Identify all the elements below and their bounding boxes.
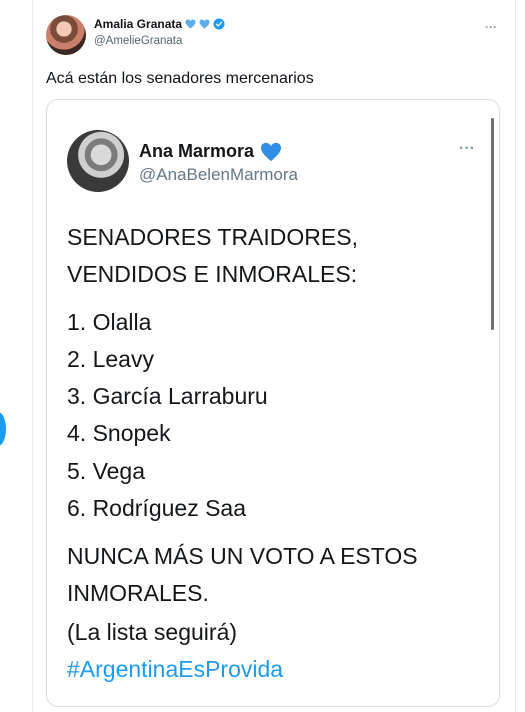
quoted-text-line: VENDIDOS E INMORALES: [67, 261, 358, 287]
author-handle[interactable]: @AmelieGranata [94, 35, 182, 47]
list-item: 2. Leavy [67, 346, 154, 372]
tweet-image[interactable]: Ana Marmora @AnaBelenMarmora ··· SENADOR… [46, 99, 500, 707]
list-item: 6. Rodríguez Saa [67, 495, 247, 521]
blue-heart-icon [185, 19, 196, 29]
author-name-row: Amalia Granata [94, 17, 225, 31]
blue-heart-icon [199, 19, 210, 29]
blue-heart-icon [261, 142, 282, 161]
quoted-text-line: INMORALES. [67, 580, 209, 606]
more-icon: ··· [459, 140, 475, 157]
quoted-text-line: NUNCA MÁS UN VOTO A ESTOS [67, 543, 418, 569]
more-icon[interactable]: ··· [485, 20, 497, 34]
quoted-avatar [67, 130, 129, 192]
display-name[interactable]: Amalia Granata [94, 17, 182, 31]
quoted-text-line: SENADORES TRAIDORES, [67, 224, 358, 250]
quoted-name-row: Ana Marmora [139, 141, 282, 162]
scrollbar[interactable] [491, 118, 494, 330]
quoted-text-line: (La lista seguirá) [67, 619, 238, 645]
list-item: 5. Vega [67, 458, 146, 484]
hashtag: #ArgentinaEsProvida [67, 656, 284, 682]
tweet-text: Acá están los senadores mercenarios [46, 70, 314, 87]
list-item: 1. Olalla [67, 309, 152, 335]
verified-badge-icon [213, 18, 225, 30]
quoted-display-name: Ana Marmora [139, 141, 255, 161]
side-button-fragment[interactable] [0, 412, 6, 446]
list-item: 4. Snopek [67, 420, 171, 446]
quoted-handle: @AnaBelenMarmora [139, 165, 298, 184]
list-item: 3. García Larraburu [67, 383, 268, 409]
avatar[interactable] [46, 15, 86, 55]
